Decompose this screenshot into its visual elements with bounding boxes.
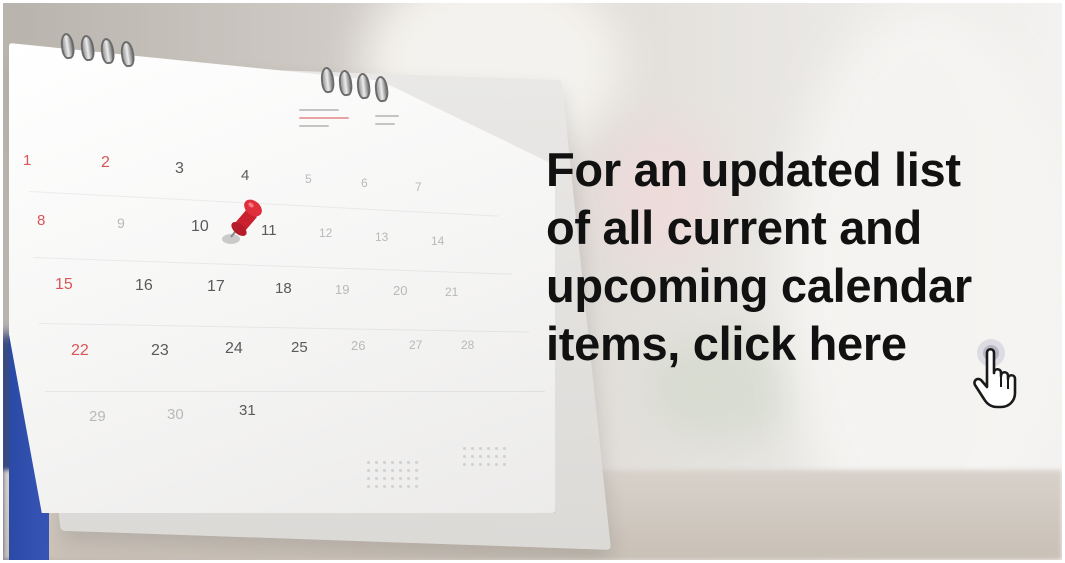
calendar-day: 12 xyxy=(319,226,333,240)
calendar-day: 23 xyxy=(151,342,169,359)
calendar-day: 27 xyxy=(409,338,423,352)
headline-line-3: upcoming calendar xyxy=(546,259,972,312)
headline-line-2: of all current and xyxy=(546,201,922,254)
mini-calendar-dots xyxy=(367,461,418,488)
calendar-day: 3 xyxy=(175,160,184,177)
calendar-day: 14 xyxy=(431,234,445,248)
calendar-day: 29 xyxy=(89,408,106,425)
calendar-day: 31 xyxy=(239,402,256,419)
calendar-day: 17 xyxy=(207,278,225,295)
push-pin-icon xyxy=(222,199,262,244)
calendar-day: 2 xyxy=(101,154,110,171)
calendar-day: 19 xyxy=(335,282,350,297)
calendar-grid-line xyxy=(45,391,545,392)
calendar-note-line xyxy=(375,123,395,125)
calendar-day: 26 xyxy=(351,338,366,353)
calendar-day: 22 xyxy=(71,342,89,359)
headline-line-1: For an updated list xyxy=(546,143,961,196)
calendar-note-line xyxy=(299,117,349,119)
calendar-day: 7 xyxy=(415,180,422,194)
calendar-day: 13 xyxy=(375,230,389,244)
calendar-day: 30 xyxy=(167,406,184,423)
calendar-day: 1 xyxy=(23,152,32,169)
calendar-day: 24 xyxy=(225,340,243,357)
calendar-day: 4 xyxy=(241,167,250,184)
calendar-note-line xyxy=(299,109,339,111)
calendar-day: 21 xyxy=(445,285,459,299)
calendar-day: 9 xyxy=(117,215,125,231)
calendar-day: 16 xyxy=(135,277,153,294)
calendar-grid-line xyxy=(38,323,529,333)
calendar-day-pinned: 10 xyxy=(191,218,209,235)
calendar-day: 15 xyxy=(55,276,73,293)
calendar-note-line xyxy=(299,125,329,127)
calendar-day: 8 xyxy=(37,212,46,229)
calendar-day: 18 xyxy=(275,280,292,297)
calendar-day: 25 xyxy=(291,339,308,356)
calendar-day: 28 xyxy=(461,338,475,352)
mini-calendar-dots xyxy=(463,447,506,466)
calendar-day: 20 xyxy=(393,283,408,298)
hand-pointer-icon[interactable] xyxy=(967,331,1037,411)
calendar-day: 6 xyxy=(361,176,368,190)
calendar-banner[interactable]: 1 2 3 4 5 6 7 8 9 10 11 12 13 14 15 16 1… xyxy=(3,3,1062,560)
calendar-note-line xyxy=(375,115,399,117)
calendar-day: 5 xyxy=(305,172,312,186)
calendar-grid-line xyxy=(32,257,513,275)
